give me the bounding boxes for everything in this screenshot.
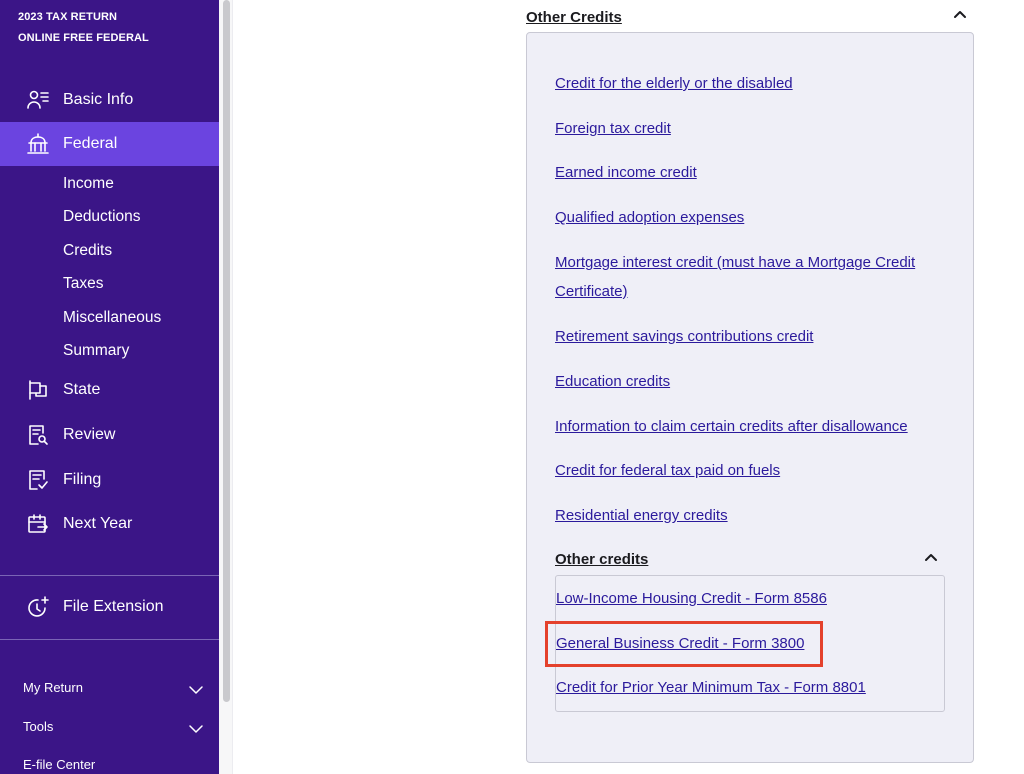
nav-state[interactable]: State (0, 368, 219, 412)
nav-basic-info-label: Basic Info (63, 91, 134, 108)
credit-link-retirement-savings[interactable]: Retirement savings contributions credit (555, 322, 945, 351)
sidebar: 2023 TAX RETURN ONLINE FREE FEDERAL Basi… (0, 0, 219, 774)
nav-basic-info[interactable]: Basic Info (0, 78, 219, 122)
other-credits-section-title[interactable]: Other Credits (526, 8, 622, 28)
nav-review[interactable]: Review (0, 413, 219, 457)
brand-line-2: ONLINE FREE FEDERAL (18, 32, 149, 44)
credit-link-form-8801[interactable]: Credit for Prior Year Minimum Tax - Form… (556, 678, 866, 698)
nav-file-extension-label: File Extension (63, 598, 164, 615)
my-return-menu[interactable]: My Return (23, 680, 83, 696)
credit-link-foreign-tax[interactable]: Foreign tax credit (555, 114, 945, 143)
brand: 2023 TAX RETURN ONLINE FREE FEDERAL (18, 7, 149, 49)
credit-link-form-8586[interactable]: Low-Income Housing Credit - Form 8586 (556, 589, 827, 609)
nav-sub-taxes[interactable]: Taxes (63, 274, 104, 294)
chevron-down-icon[interactable] (188, 721, 204, 737)
person-list-icon (26, 88, 50, 112)
nav-next-year-label: Next Year (63, 515, 133, 532)
document-check-icon (26, 468, 50, 492)
credit-link-elderly-disabled[interactable]: Credit for the elderly or the disabled (555, 69, 945, 98)
nav-sub-credits[interactable]: Credits (63, 241, 112, 261)
credit-link-residential-energy[interactable]: Residential energy credits (555, 501, 945, 530)
document-search-icon (26, 423, 50, 447)
clock-plus-icon (26, 595, 50, 619)
chevron-up-icon[interactable] (952, 7, 968, 23)
flag-icon (26, 378, 50, 402)
nav-filing[interactable]: Filing (0, 458, 219, 502)
nav-sub-income[interactable]: Income (63, 174, 114, 194)
chevron-down-icon[interactable] (188, 682, 204, 698)
chevron-up-icon[interactable] (923, 550, 939, 566)
credit-link-mortgage-interest[interactable]: Mortgage interest credit (must have a Mo… (555, 248, 945, 306)
nav-federal[interactable]: Federal (0, 122, 219, 166)
capitol-icon (26, 132, 50, 156)
brand-line-1: 2023 TAX RETURN (18, 11, 118, 23)
calendar-arrow-icon (26, 512, 50, 536)
nav-filing-label: Filing (63, 471, 102, 488)
highlight-box (545, 621, 823, 667)
credit-link-adoption[interactable]: Qualified adoption expenses (555, 203, 945, 232)
nav-sub-deductions[interactable]: Deductions (63, 207, 141, 227)
credit-link-earned-income[interactable]: Earned income credit (555, 158, 945, 187)
nav-review-label: Review (63, 426, 116, 443)
nav-state-label: State (63, 381, 101, 398)
credit-link-education[interactable]: Education credits (555, 367, 945, 396)
sidebar-scrollbar-thumb[interactable] (223, 0, 230, 702)
credit-link-fuels[interactable]: Credit for federal tax paid on fuels (555, 456, 945, 485)
nav-file-extension[interactable]: File Extension (0, 585, 219, 629)
tools-menu[interactable]: Tools (23, 719, 53, 735)
nav-federal-label: Federal (63, 135, 118, 152)
sidebar-divider-1 (0, 575, 219, 576)
other-credits-subsection-title[interactable]: Other credits (555, 550, 648, 570)
credit-link-after-disallowance[interactable]: Information to claim certain credits aft… (555, 412, 945, 441)
efile-center-link[interactable]: E-file Center (23, 757, 95, 773)
nav-sub-miscellaneous[interactable]: Miscellaneous (63, 308, 161, 328)
sidebar-divider-2 (0, 639, 219, 640)
nav-sub-summary[interactable]: Summary (63, 341, 129, 361)
nav-next-year[interactable]: Next Year (0, 502, 219, 546)
